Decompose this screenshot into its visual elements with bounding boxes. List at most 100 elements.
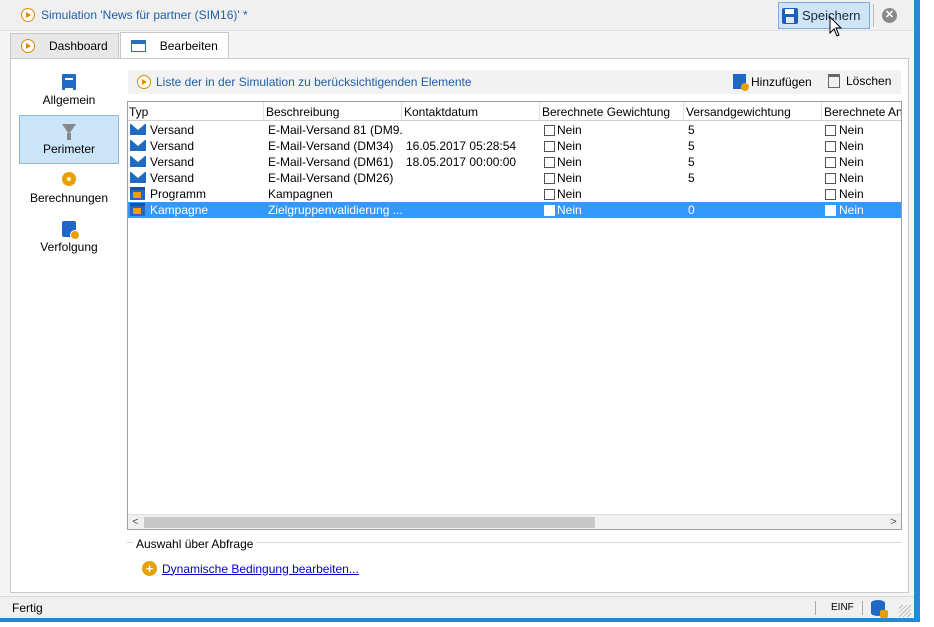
status-divider xyxy=(862,601,863,615)
status-text: Fertig xyxy=(12,601,43,615)
database-icon[interactable] xyxy=(871,600,888,618)
mail-icon xyxy=(130,124,146,135)
tracking-icon xyxy=(62,221,80,240)
table-row[interactable]: Programm Kampagnen Nein Nein xyxy=(128,186,901,202)
checkbox[interactable] xyxy=(825,157,836,168)
query-section: Auswahl über Abfrage + Dynamische Beding… xyxy=(127,537,902,587)
checkbox[interactable] xyxy=(825,125,836,136)
column-header-kontaktdatum[interactable]: Kontaktdatum xyxy=(404,105,478,119)
add-button-label: Hinzufügen xyxy=(751,74,812,89)
save-button[interactable]: Speichern xyxy=(778,2,870,29)
sidebar-item-verfolgung[interactable]: Verfolgung xyxy=(19,213,119,262)
floppy-disk-icon xyxy=(782,7,798,24)
cell-description: Zielgruppenvalidierung ... xyxy=(268,203,403,217)
checkbox[interactable] xyxy=(544,157,555,168)
column-header-typ[interactable]: Typ xyxy=(129,105,148,119)
cell-calc-weight: Nein xyxy=(557,139,582,153)
cell-calc-other: Nein xyxy=(839,123,864,137)
column-header-berechnete-an[interactable]: Berechnete An xyxy=(824,105,901,119)
trash-icon xyxy=(828,74,840,88)
tab-label: Bearbeiten xyxy=(159,39,218,53)
play-circle-icon xyxy=(21,8,35,22)
checkbox[interactable] xyxy=(825,141,836,152)
horizontal-scrollbar[interactable]: < > xyxy=(128,514,901,529)
scrollbar-thumb[interactable] xyxy=(144,517,595,528)
sidebar-item-perimeter[interactable]: Perimeter xyxy=(19,115,119,164)
cell-type: Versand xyxy=(150,123,195,137)
sidebar-item-berechnungen[interactable]: Berechnungen xyxy=(19,164,119,213)
sidebar: Allgemein Perimeter Berechnungen Verfolg… xyxy=(19,66,119,262)
cell-type: Programm xyxy=(150,187,207,201)
cell-send-weight: 5 xyxy=(688,155,695,169)
close-icon[interactable]: ✕ xyxy=(882,8,897,23)
table-row[interactable]: Versand E-Mail-Versand 81 (DM9... Nein 5… xyxy=(128,122,901,138)
table-row[interactable]: Versand E-Mail-Versand (DM26) Nein 5 Nei… xyxy=(128,170,901,186)
table-row[interactable]: Versand E-Mail-Versand (DM34) 16.05.2017… xyxy=(128,138,901,154)
delete-button-label: Löschen xyxy=(846,74,892,88)
cell-send-weight: 5 xyxy=(688,123,695,137)
cell-send-weight: 0 xyxy=(688,203,695,217)
cell-description: E-Mail-Versand 81 (DM9... xyxy=(268,123,404,137)
table-row-selected[interactable]: Kampagne Zielgruppenvalidierung ... Nein… xyxy=(128,202,901,218)
clipboard-icon xyxy=(62,74,76,90)
toolbar-divider xyxy=(873,4,874,27)
window-title: Simulation 'News für partner (SIM16)' * xyxy=(41,8,248,22)
edit-dynamic-condition[interactable]: + Dynamische Bedingung bearbeiten... xyxy=(142,561,359,576)
tab-label: Dashboard xyxy=(49,39,108,53)
plus-circle-icon: + xyxy=(142,561,157,576)
cell-type: Versand xyxy=(150,171,195,185)
cell-calc-weight: Nein xyxy=(557,203,582,217)
checkbox[interactable] xyxy=(544,189,555,200)
sidebar-item-label: Perimeter xyxy=(42,142,95,156)
column-header-berechnete-gewichtung[interactable]: Berechnete Gewichtung xyxy=(542,105,670,119)
delete-button[interactable]: Löschen xyxy=(828,74,891,88)
edit-window-icon xyxy=(130,40,146,52)
cell-type: Kampagne xyxy=(150,203,209,217)
checkbox[interactable] xyxy=(544,173,555,184)
cell-description: E-Mail-Versand (DM61) xyxy=(268,155,394,169)
funnel-icon xyxy=(62,123,76,140)
cell-calc-weight: Nein xyxy=(557,187,582,201)
mail-icon xyxy=(130,172,146,183)
elements-table[interactable]: Typ Beschreibung Kontaktdatum Berechnete… xyxy=(127,101,902,530)
table-row[interactable]: Versand E-Mail-Versand (DM61) 18.05.2017… xyxy=(128,154,901,170)
cell-description: E-Mail-Versand (DM34) xyxy=(268,139,394,153)
list-title: Liste der in der Simulation zu berücksic… xyxy=(156,75,472,89)
cell-description: Kampagnen xyxy=(268,187,333,201)
play-circle-icon xyxy=(21,39,35,53)
cell-send-weight: 5 xyxy=(688,171,695,185)
checkbox[interactable] xyxy=(825,189,836,200)
add-button[interactable]: Hinzufügen xyxy=(733,74,812,91)
insert-mode-indicator: EINF xyxy=(831,602,854,613)
application-window: Simulation 'News für partner (SIM16)' * … xyxy=(0,0,920,622)
cell-calc-other: Nein xyxy=(839,139,864,153)
play-circle-icon xyxy=(137,75,151,89)
add-element-icon xyxy=(733,74,749,91)
checkbox[interactable] xyxy=(544,141,555,152)
cell-description: E-Mail-Versand (DM26) xyxy=(268,171,394,185)
cell-calc-weight: Nein xyxy=(557,155,582,169)
edit-dynamic-condition-link[interactable]: Dynamische Bedingung bearbeiten... xyxy=(162,562,359,576)
column-header-versandgewichtung[interactable]: Versandgewichtung xyxy=(686,105,791,119)
scroll-right-icon[interactable]: > xyxy=(886,515,901,529)
tab-bearbeiten[interactable]: Bearbeiten xyxy=(119,32,229,59)
cell-date: 16.05.2017 05:28:54 xyxy=(406,139,517,153)
resize-grip[interactable] xyxy=(899,605,911,617)
sidebar-item-label: Berechnungen xyxy=(29,191,109,205)
mail-icon xyxy=(130,140,146,151)
cell-calc-other: Nein xyxy=(839,155,864,169)
tab-dashboard[interactable]: Dashboard xyxy=(10,33,119,58)
scroll-left-icon[interactable]: < xyxy=(128,515,143,529)
gear-icon xyxy=(62,172,76,188)
sidebar-item-allgemein[interactable]: Allgemein xyxy=(19,66,119,115)
checkbox[interactable] xyxy=(825,205,836,216)
cell-calc-other: Nein xyxy=(839,171,864,185)
mail-icon xyxy=(130,156,146,167)
tab-bar: Dashboard Bearbeiten xyxy=(10,32,230,59)
checkbox[interactable] xyxy=(544,205,555,216)
column-header-beschreibung[interactable]: Beschreibung xyxy=(266,105,339,119)
cell-calc-other: Nein xyxy=(839,203,864,217)
cell-calc-weight: Nein xyxy=(557,171,582,185)
checkbox[interactable] xyxy=(825,173,836,184)
checkbox[interactable] xyxy=(544,125,555,136)
